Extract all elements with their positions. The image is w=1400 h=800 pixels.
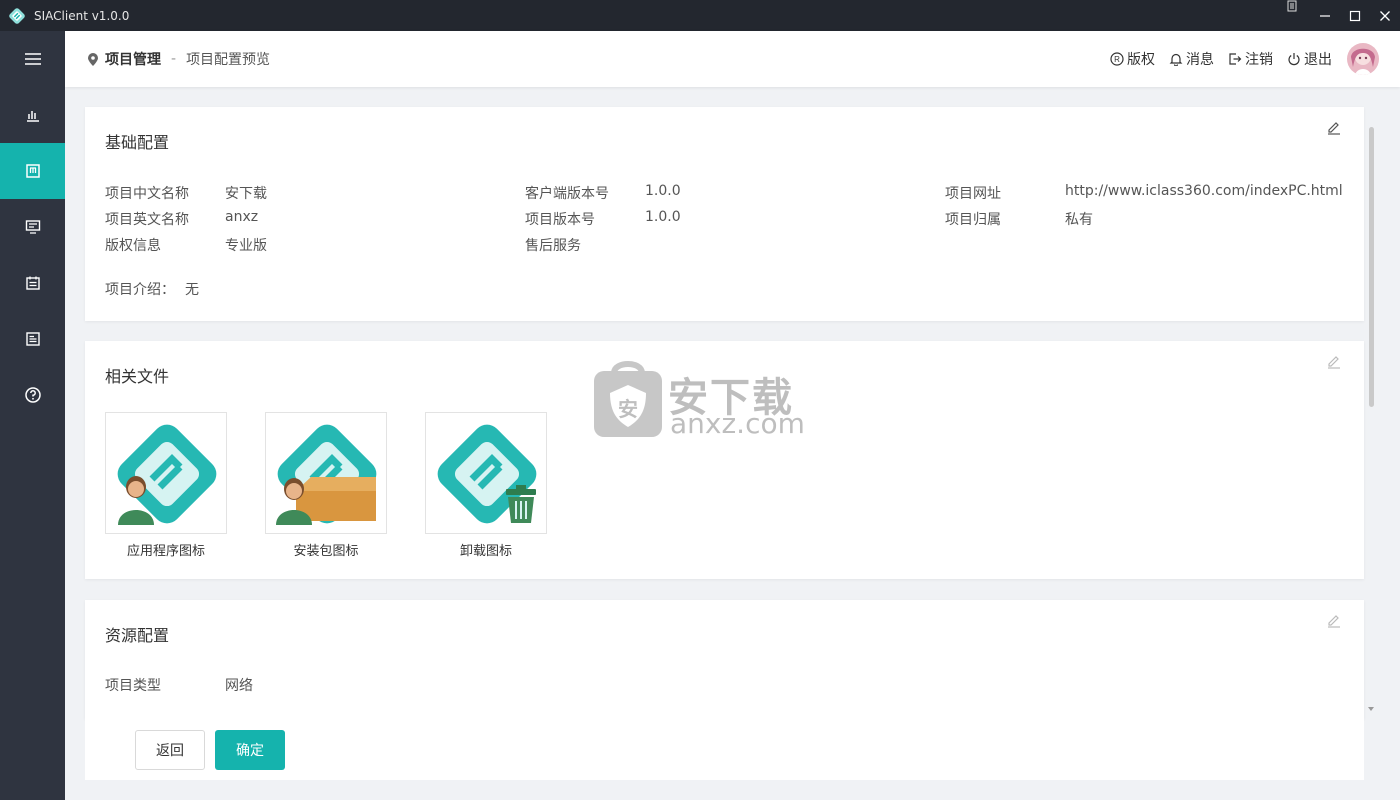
location-pin-icon — [88, 52, 98, 66]
breadcrumb-main[interactable]: 项目管理 — [105, 49, 161, 69]
app-title: SIAClient v1.0.0 — [34, 8, 130, 23]
field-website-value[interactable]: http://www.iclass360.com/indexPC.html — [1065, 183, 1343, 199]
field-project-version-value: 1.0.0 — [645, 209, 681, 225]
field-website-label: 项目网址 — [945, 186, 1001, 202]
field-client-version-label: 客户端版本号 — [525, 186, 609, 202]
minimize-icon — [1320, 14, 1330, 17]
back-button[interactable]: 返回 — [135, 730, 205, 770]
close-icon — [1380, 10, 1390, 21]
edit-icon[interactable] — [1326, 119, 1342, 135]
scroll-down-arrow-icon[interactable] — [1368, 707, 1374, 711]
uninstall-icon-image — [437, 424, 537, 524]
project-icon — [25, 164, 40, 178]
field-intro-value: 无 — [185, 282, 199, 298]
sidebar-item-calendar[interactable] — [0, 255, 65, 311]
app-icon-image — [117, 424, 217, 525]
sidebar — [0, 31, 65, 800]
close-button[interactable] — [1370, 0, 1400, 31]
watermark: 安 安下载 anxz.com — [592, 357, 822, 440]
header: 项目管理 - 项目配置预览 R 版权 消息 注销 退出 — [65, 31, 1400, 87]
basic-config-title: 基础配置 — [105, 133, 170, 152]
field-cn-name-value: 安下载 — [225, 186, 267, 202]
sidebar-item-monitor[interactable] — [0, 199, 65, 255]
power-icon — [1288, 53, 1300, 66]
field-en-name-value: anxz — [225, 209, 259, 225]
document-icon — [25, 332, 40, 346]
edit-icon[interactable] — [1326, 612, 1342, 628]
avatar[interactable] — [1347, 43, 1379, 75]
field-intro-label: 项目介绍： — [105, 282, 175, 298]
breadcrumb-separator: - — [171, 51, 177, 67]
sidebar-item-menu[interactable] — [0, 31, 65, 87]
menu-icon — [24, 53, 41, 65]
logout-account-link[interactable]: 注销 — [1228, 49, 1273, 69]
confirm-button[interactable]: 确定 — [215, 730, 285, 770]
file-tile-app-icon[interactable]: 应用程序图标 — [105, 412, 227, 559]
registered-icon: R — [1110, 52, 1124, 66]
breadcrumb-current: 项目配置预览 — [186, 52, 271, 68]
calendar-icon — [25, 276, 40, 290]
field-project-type-label: 项目类型 — [105, 678, 161, 694]
document-small-icon[interactable] — [1286, 0, 1298, 12]
messages-label: 消息 — [1186, 52, 1214, 68]
help-icon — [24, 387, 41, 403]
resource-config-title: 资源配置 — [105, 626, 170, 645]
breadcrumb: 项目管理 - 项目配置预览 — [87, 31, 270, 87]
installer-icon-thumbnail — [265, 412, 387, 534]
field-project-version-label: 项目版本号 — [525, 212, 595, 228]
monitor-icon — [25, 220, 40, 234]
app-logo-icon — [9, 7, 25, 24]
logout-account-label: 注销 — [1245, 52, 1273, 68]
edit-icon[interactable] — [1326, 353, 1342, 369]
uninstall-icon-thumbnail — [425, 412, 547, 534]
field-cn-name-label: 项目中文名称 — [105, 186, 189, 202]
field-after-sales-label: 售后服务 — [525, 238, 581, 254]
file-tile-uninstall-icon[interactable]: 卸载图标 — [425, 412, 547, 559]
installer-icon-image — [276, 424, 377, 525]
app-icon-thumbnail — [105, 412, 227, 534]
sidebar-item-project[interactable] — [0, 143, 65, 199]
file-tile-installer-icon[interactable]: 安装包图标 — [265, 412, 387, 559]
uninstall-icon-caption: 卸载图标 — [459, 544, 512, 559]
field-client-version-value: 1.0.0 — [645, 183, 681, 199]
resource-config-card: 资源配置 项目类型 网络 — [85, 600, 1364, 719]
related-files-title: 相关文件 — [105, 367, 170, 386]
exit-link[interactable]: 退出 — [1287, 49, 1332, 69]
maximize-icon — [1349, 10, 1361, 21]
app-icon-caption: 应用程序图标 — [126, 544, 205, 559]
messages-link[interactable]: 消息 — [1169, 49, 1214, 69]
field-copyright-label: 版权信息 — [105, 238, 161, 254]
footer-actions: 返回 确定 — [85, 719, 1364, 780]
basic-config-card: 基础配置 项目中文名称 安下载 项目英文名称 anxz 版权信息 专业版 客户端… — [85, 107, 1364, 321]
sign-out-icon — [1229, 53, 1242, 65]
user-avatar-icon — [1347, 43, 1379, 75]
installer-icon-caption: 安装包图标 — [293, 544, 359, 559]
watermark-en-text: anxz.com — [670, 407, 805, 440]
bell-icon — [1169, 53, 1183, 66]
bar-chart-icon — [26, 111, 39, 122]
field-project-type-value: 网络 — [225, 678, 253, 694]
copyright-link[interactable]: R 版权 — [1110, 49, 1155, 69]
maximize-button[interactable] — [1340, 0, 1370, 31]
svg-text:R: R — [1114, 55, 1120, 64]
field-ownership-value: 私有 — [1065, 212, 1093, 228]
sidebar-item-statistics[interactable] — [0, 87, 65, 143]
minimize-button[interactable] — [1310, 0, 1340, 31]
scrollbar-thumb[interactable] — [1369, 127, 1374, 407]
field-ownership-label: 项目归属 — [945, 212, 1001, 228]
field-en-name-label: 项目英文名称 — [105, 212, 189, 228]
watermark-badge: 安 — [618, 397, 638, 421]
copyright-label: 版权 — [1127, 52, 1155, 68]
exit-label: 退出 — [1304, 52, 1332, 68]
sidebar-item-help[interactable] — [0, 367, 65, 423]
sidebar-item-documents[interactable] — [0, 311, 65, 367]
vertical-scrollbar[interactable] — [1366, 107, 1376, 717]
title-bar: SIAClient v1.0.0 — [0, 0, 1400, 31]
field-copyright-value: 专业版 — [225, 238, 267, 254]
